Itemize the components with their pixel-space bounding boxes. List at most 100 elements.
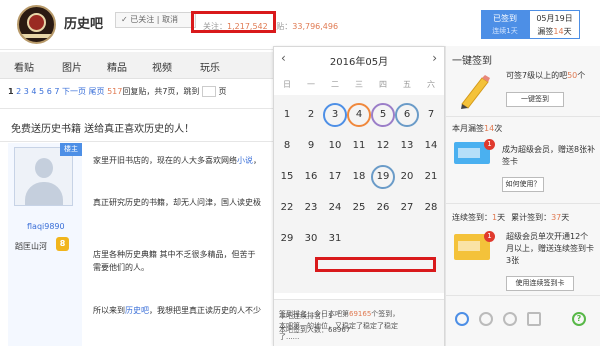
onekey-title: 一键签到 xyxy=(452,56,492,67)
calendar-day[interactable]: 21 xyxy=(419,165,443,189)
onekey-sign-button[interactable]: 一键签到 xyxy=(506,92,564,107)
streak-label: 连续签到：1天 累计签到：37天 xyxy=(452,213,570,222)
onekey-desc: 可签7级以上的吧50个 xyxy=(506,71,586,80)
follow-button[interactable]: ✓ 已关注 | 取消 xyxy=(115,12,196,28)
checkbox-icon[interactable] xyxy=(527,312,541,326)
calendar-day-signed[interactable]: 6 xyxy=(395,103,419,127)
sign-total: 本吧签到人数：68967 xyxy=(279,326,351,334)
highlight-box xyxy=(315,257,436,272)
badge-icon: 1 xyxy=(484,231,495,242)
calendar-day[interactable]: 22 xyxy=(275,196,299,220)
page-link[interactable]: 7 xyxy=(54,87,59,96)
forum-header: 历史吧 ✓ 已关注 | 取消 关注：1,217,542 贴：33,796,496… xyxy=(0,0,600,50)
page-jump-input[interactable] xyxy=(201,86,216,97)
calendar-day[interactable]: 14 xyxy=(419,134,443,158)
thread-title: 免费送历史书籍 送给真正喜欢历史的人！ xyxy=(11,124,195,135)
calendar-day[interactable]: 13 xyxy=(395,134,419,158)
weekday-label: 五 xyxy=(403,80,411,89)
signed-status-button[interactable]: 已签到 连续1天 xyxy=(481,10,529,39)
missed-label: 本月漏签14次 xyxy=(452,124,503,133)
calendar-day[interactable]: 26 xyxy=(371,196,395,220)
calendar-day[interactable]: 11 xyxy=(347,134,371,158)
onekey-section: 一键签到 可签7级以上的吧50个 一键签到 xyxy=(446,46,600,117)
next-page-link[interactable]: 下一页 xyxy=(62,87,86,96)
tab-posts[interactable]: 看贴 xyxy=(14,59,34,74)
calendar-day[interactable]: 7 xyxy=(419,103,443,127)
calendar-day[interactable]: 10 xyxy=(323,134,347,158)
weekday-label: 六 xyxy=(427,80,435,89)
author-level-name: 蹈匡山河 xyxy=(15,242,47,251)
sign-rank-info: 签到排名：今日本吧第69165个签到， 本吧第一的地位，又稳定了稳定了稳定 了.… xyxy=(274,299,444,346)
tab-videos[interactable]: 视频 xyxy=(152,59,172,74)
calendar-day[interactable]: 25 xyxy=(347,196,371,220)
post-line: 店里各种历史典籍 其中不乏很多精品，但苦于 xyxy=(93,250,256,259)
last-page-link[interactable]: 尾页 xyxy=(89,87,105,96)
weekday-label: 日 xyxy=(283,80,291,89)
pagination: 1 2 3 4 5 6 7 下一页 尾页 517回复贴，共7页，跳到 页 xyxy=(8,86,227,97)
page-current: 1 xyxy=(8,87,14,96)
calendar-day[interactable]: 1 xyxy=(275,103,299,127)
forum-logo[interactable] xyxy=(17,5,56,44)
calendar-day-signed[interactable]: 19 xyxy=(371,165,395,189)
badge-icon: 1 xyxy=(484,139,495,150)
op-ribbon: 楼主 xyxy=(60,143,82,156)
weekday-label: 一 xyxy=(307,80,315,89)
reply-count: 517 xyxy=(107,87,123,96)
calendar-header: ‹ 2016年05月 › xyxy=(274,47,444,71)
consecutive-rank: 本吧连续排名：1 xyxy=(279,312,333,320)
weekday-label: 二 xyxy=(331,80,339,89)
help-icon[interactable]: ? xyxy=(572,312,586,326)
calendar-day[interactable]: 9 xyxy=(299,134,323,158)
monthly-desc: 成为超级会员，赠送8张补签卡 xyxy=(502,145,596,166)
calendar-day[interactable]: 23 xyxy=(299,196,323,220)
author-name[interactable]: flaqi9890 xyxy=(27,222,65,231)
streak-section: 连续签到：1天 累计签到：37天 1 超级会员单次开通12个月以上，赠送连续签到卡… xyxy=(446,204,600,296)
page-link[interactable]: 6 xyxy=(47,87,52,96)
sign-date-box: 05月19日 漏签14天 xyxy=(529,10,580,39)
calendar-day-signed[interactable]: 5 xyxy=(371,103,395,127)
calendar-day[interactable]: 15 xyxy=(275,165,299,189)
post-line: 家里开旧书店的，现在的人大多喜欢网络小说， xyxy=(93,156,261,165)
calendar-day[interactable]: 31 xyxy=(323,227,347,251)
post-line: 所以来到历史吧，我想把里真正读历史的人不少 xyxy=(93,306,261,315)
calendar-day[interactable]: 24 xyxy=(323,196,347,220)
tab-featured[interactable]: 精品 xyxy=(107,59,127,74)
forum-name[interactable]: 历史吧 xyxy=(64,13,103,32)
page-link[interactable]: 3 xyxy=(24,87,29,96)
tab-fun[interactable]: 玩乐 xyxy=(200,59,220,74)
calendar-day[interactable]: 30 xyxy=(299,227,323,251)
monthly-section: 本月漏签14次 1 成为超级会员，赠送8张补签卡 如何使用？ xyxy=(446,117,600,204)
streak-desc: 超级会员单次开通12个月以上，赠送连续签到卡3张 xyxy=(506,232,594,265)
circle-icon[interactable] xyxy=(479,312,493,326)
calendar-day[interactable]: 20 xyxy=(395,165,419,189)
next-month-button[interactable]: › xyxy=(432,51,437,65)
use-streak-card-button[interactable]: 使用连续签到卡 xyxy=(506,276,574,291)
tab-images[interactable]: 图片 xyxy=(62,59,82,74)
page-link[interactable]: 4 xyxy=(31,87,36,96)
calendar-day[interactable]: 8 xyxy=(275,134,299,158)
weekday-label: 三 xyxy=(355,80,363,89)
how-to-use-button[interactable]: 如何使用？ xyxy=(502,177,544,192)
settings-icon[interactable] xyxy=(503,312,517,326)
post-count: 33,796,496 xyxy=(292,22,339,31)
calendar-day[interactable]: 28 xyxy=(419,196,443,220)
calendar-day[interactable]: 29 xyxy=(275,227,299,251)
page-link[interactable]: 2 xyxy=(16,87,21,96)
page-link[interactable]: 5 xyxy=(39,87,44,96)
post-line: 需要他们的人。 xyxy=(93,263,149,272)
calendar-day[interactable]: 17 xyxy=(323,165,347,189)
sign-sidebar: 一键签到 可签7级以上的吧50个 一键签到 本月漏签14次 1 成为超级会员，赠… xyxy=(445,46,600,346)
calendar-day[interactable]: 12 xyxy=(371,134,395,158)
refresh-icon[interactable] xyxy=(455,312,469,326)
calendar-day[interactable]: 16 xyxy=(299,165,323,189)
sign-calendar-popup: ‹ 2016年05月 › 日 一 二 三 四 五 六 1 2 3 4 5 6 7… xyxy=(273,46,445,346)
calendar-day-signed[interactable]: 3 xyxy=(323,103,347,127)
level-badge: 8 xyxy=(56,237,69,251)
calendar-day[interactable]: 18 xyxy=(347,165,371,189)
calendar-day-signed[interactable]: 4 xyxy=(347,103,371,127)
weekday-label: 四 xyxy=(379,80,387,89)
calendar-day[interactable]: 2 xyxy=(299,103,323,127)
highlight-box xyxy=(191,11,276,33)
calendar-title: 2016年05月 xyxy=(329,57,389,68)
calendar-day[interactable]: 27 xyxy=(395,196,419,220)
